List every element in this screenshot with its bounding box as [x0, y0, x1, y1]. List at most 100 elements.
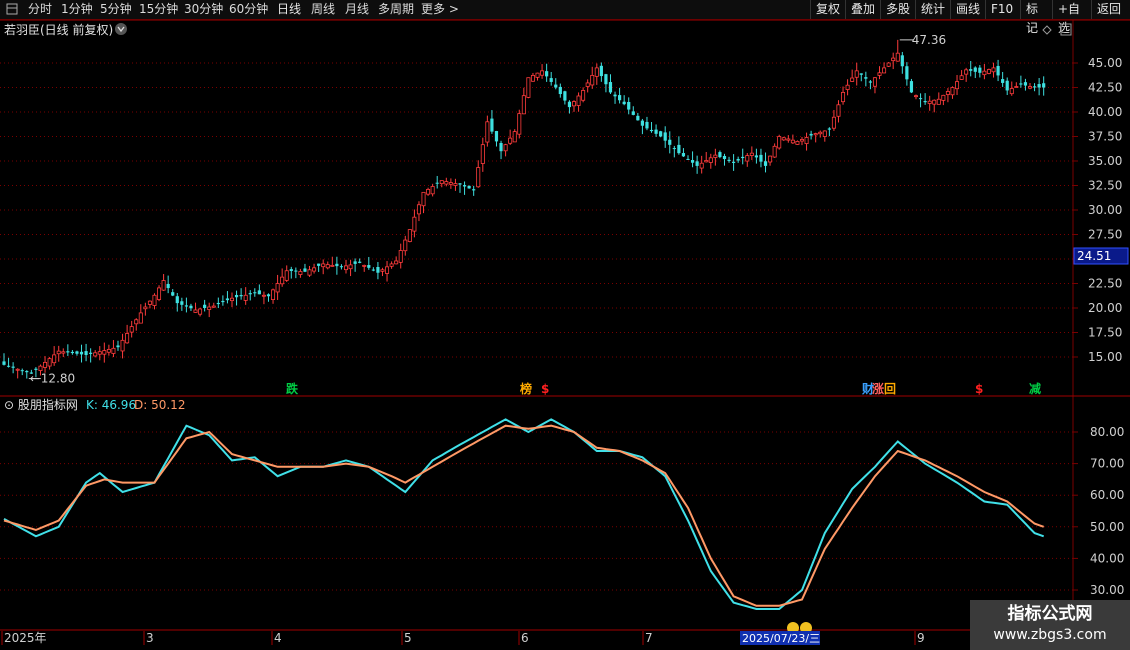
stock-title: 若羽臣(日线 前复权)	[4, 22, 113, 37]
candle-body-63	[289, 269, 293, 272]
candle-body-86	[394, 260, 399, 265]
candle-body-113	[517, 113, 522, 135]
candle-body-0	[2, 361, 6, 365]
candle-body-172	[786, 138, 791, 141]
candle-body-18	[84, 351, 88, 356]
candle-body-51	[234, 294, 239, 298]
candle-body-8	[38, 365, 43, 372]
candle-body-16	[75, 351, 79, 354]
candle-body-185	[845, 84, 850, 90]
candle-body-68	[312, 267, 317, 272]
candle-body-12	[56, 350, 61, 355]
candle-body-190	[868, 81, 872, 83]
candle-body-9	[43, 361, 48, 368]
candle-body-151	[690, 160, 695, 163]
candle-body-154	[704, 160, 709, 163]
candle-body-95	[435, 182, 439, 184]
candle-body-179	[818, 131, 823, 135]
candle-body-125	[572, 101, 577, 107]
candle-body-27	[125, 333, 130, 344]
candle-body-155	[708, 157, 713, 163]
candle-body-111	[508, 137, 513, 144]
kd-tick-label-1: 40.00	[1090, 551, 1124, 565]
candle-body-41	[189, 305, 193, 309]
candle-body-31	[143, 306, 148, 310]
date-label-2: 4	[274, 631, 282, 645]
candle-body-96	[439, 180, 444, 185]
candle-body-217	[991, 67, 996, 73]
candle-body-54	[248, 293, 252, 295]
price-tick-label-1: 17.50	[1088, 326, 1122, 340]
candle-body-137	[627, 101, 631, 110]
candle-body-83	[380, 269, 385, 272]
candle-body-158	[722, 155, 727, 160]
candle-body-156	[713, 154, 718, 158]
candle-body-57	[261, 294, 266, 297]
candle-body-142	[649, 129, 654, 132]
candle-body-171	[781, 137, 786, 141]
candle-body-11	[52, 354, 57, 364]
stock-chart: 15.0017.5020.0022.5025.0027.5030.0032.50…	[0, 19, 1130, 645]
candle-body-99	[453, 183, 458, 186]
candle-body-21	[97, 351, 102, 355]
candle-body-70	[321, 263, 326, 268]
candle-body-174	[795, 140, 800, 145]
candle-body-153	[699, 162, 704, 169]
candle-body-228	[1042, 83, 1046, 88]
candle-body-194	[886, 62, 891, 67]
event-marker-5: 回	[884, 382, 896, 396]
candle-body-19	[89, 352, 93, 354]
candle-body-196	[895, 52, 900, 62]
candle-body-87	[398, 250, 403, 263]
candle-body-187	[854, 70, 859, 78]
candle-body-143	[654, 129, 658, 134]
kd-line-K	[3, 418, 1045, 610]
event-marker-1: 榜	[520, 381, 532, 396]
date-label-1: 3	[146, 631, 154, 645]
candle-body-35	[161, 280, 166, 291]
candle-body-192	[877, 72, 882, 76]
candle-body-46	[211, 305, 216, 308]
candle-body-219	[1001, 79, 1005, 83]
candle-body-15	[70, 351, 74, 354]
candle-body-23	[106, 349, 111, 353]
candle-body-64	[294, 270, 298, 272]
candle-body-36	[166, 283, 170, 289]
candle-body-7	[34, 368, 38, 370]
candle-body-42	[193, 309, 198, 313]
candle-body-132	[604, 74, 608, 85]
candle-body-69	[317, 263, 321, 266]
d-value-label: D: 50.12	[134, 398, 185, 412]
candle-body-211	[964, 69, 969, 75]
kd-tick-label-4: 70.00	[1090, 457, 1124, 471]
candle-body-22	[102, 350, 107, 355]
candle-body-181	[827, 128, 831, 130]
candle-body-188	[859, 73, 863, 75]
candle-body-198	[905, 66, 909, 80]
candle-body-2	[11, 366, 15, 368]
candle-body-136	[622, 101, 626, 105]
candle-body-92	[421, 191, 426, 207]
candle-body-121	[554, 84, 558, 88]
candle-body-94	[430, 186, 435, 195]
candle-body-201	[918, 98, 923, 100]
candle-body-120	[549, 78, 553, 82]
candle-body-165	[754, 155, 758, 158]
site-watermark: 指标公式网 www.zbgs3.com	[970, 600, 1130, 650]
candle-body-122	[558, 86, 562, 95]
candle-body-109	[499, 142, 503, 152]
candle-body-33	[152, 294, 157, 306]
candle-body-225	[1028, 86, 1033, 89]
candle-body-47	[216, 302, 220, 305]
candle-body-209	[955, 81, 960, 90]
candle-body-30	[138, 312, 143, 324]
kd-tick-label-0: 30.00	[1090, 583, 1124, 597]
candle-body-105	[480, 144, 485, 164]
kd-tick-label-5: 80.00	[1090, 425, 1124, 439]
candle-body-162	[741, 156, 745, 159]
candle-body-107	[490, 118, 494, 132]
watermark-title: 指标公式网	[1007, 604, 1093, 624]
candle-body-45	[207, 306, 212, 310]
candle-body-5	[25, 371, 29, 373]
candle-body-4	[20, 370, 24, 372]
